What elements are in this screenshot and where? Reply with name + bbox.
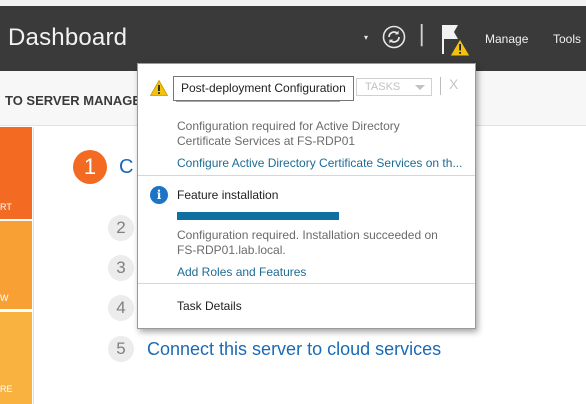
quick-start-tile[interactable]: RT	[0, 127, 32, 219]
notification-body-line: Configuration required. Installation suc…	[177, 228, 438, 242]
notification-body: Configuration required for Active Direct…	[177, 119, 400, 149]
tooltip: Post-deployment Configuration	[173, 76, 354, 101]
close-icon[interactable]: X	[449, 76, 458, 92]
notifications-popup: TASKS X Configuration required for Activ…	[137, 63, 476, 329]
window-top-strip	[0, 0, 586, 6]
tile-divider	[33, 127, 34, 404]
manage-menu[interactable]: Manage	[485, 32, 528, 46]
page-title: Dashboard	[8, 24, 128, 51]
task-details-section: Task Details	[138, 285, 475, 328]
warning-icon	[150, 80, 168, 96]
step-link-configure[interactable]: C	[119, 156, 133, 179]
toolbar-divider: |	[418, 22, 426, 47]
refresh-icon[interactable]	[382, 25, 406, 49]
tile-label: W	[0, 293, 9, 303]
tasks-dropdown-label: TASKS	[365, 81, 401, 93]
notification-body-line: Configuration required for Active Direct…	[177, 119, 400, 133]
step-badge: 2	[108, 215, 134, 241]
step-badge: 4	[108, 295, 134, 321]
notification-body: Configuration required. Installation suc…	[177, 228, 438, 258]
step-badge: 1	[73, 150, 107, 184]
tile-label: RE	[0, 384, 13, 394]
info-icon: i	[150, 186, 168, 204]
welcome-heading: TO SERVER MANAGE	[5, 93, 142, 108]
notification-flag-warning-icon[interactable]	[438, 22, 472, 58]
tools-menu[interactable]: Tools	[553, 32, 581, 46]
step-badge: 3	[108, 255, 134, 281]
notification-body-line: Certificate Services at FS-RDP01	[177, 134, 356, 148]
whats-new-tile[interactable]: W	[0, 221, 32, 309]
add-roles-features-link[interactable]: Add Roles and Features	[177, 265, 306, 279]
refresh-dropdown-button[interactable]: ▾	[364, 33, 368, 42]
popup-divider	[440, 77, 441, 95]
progress-fill	[177, 212, 339, 220]
learn-more-tile[interactable]: RE	[0, 312, 32, 404]
installation-progress-bar	[177, 212, 339, 220]
notification-title: Feature installation	[177, 188, 279, 202]
tile-label: RT	[0, 202, 12, 212]
configure-adcs-link[interactable]: Configure Active Directory Certificate S…	[177, 156, 462, 170]
step-link-connect-cloud[interactable]: Connect this server to cloud services	[147, 339, 441, 360]
tasks-dropdown[interactable]: TASKS	[356, 78, 432, 96]
task-details-link[interactable]: Task Details	[177, 299, 242, 313]
notification-body-line: FS-RDP01.lab.local.	[177, 243, 286, 257]
chevron-down-icon	[415, 85, 425, 90]
step-badge: 5	[108, 336, 134, 362]
notification-item-feature-install: i Feature installation Configuration req…	[138, 176, 475, 284]
